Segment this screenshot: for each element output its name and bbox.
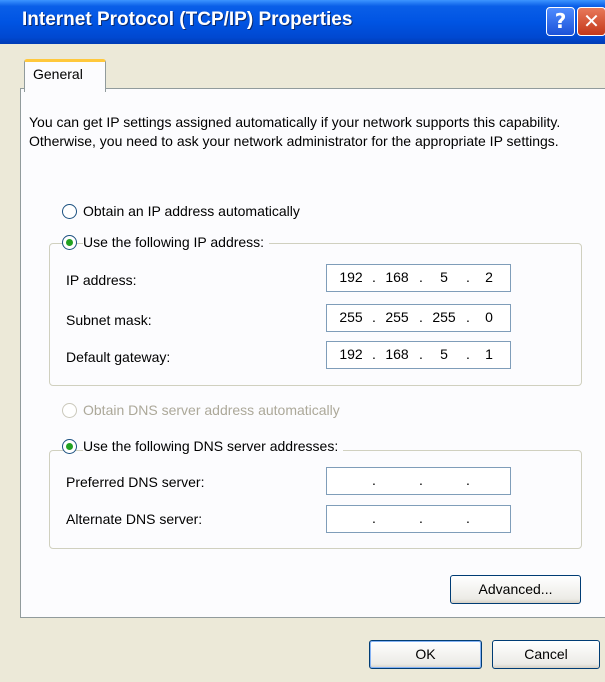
cancel-button[interactable]: Cancel — [492, 640, 600, 669]
ip-octet: 1 — [485, 346, 493, 362]
ip-octet: 2 — [485, 269, 493, 285]
alternate-dns-input[interactable]: . . . — [326, 505, 511, 533]
ip-octet: 0 — [485, 309, 493, 325]
ip-dot: . — [466, 269, 470, 285]
close-button[interactable]: ✕ — [577, 7, 605, 36]
intro-text: You can get IP settings assigned automat… — [29, 114, 561, 149]
radio-obtain-ip-auto-label: Obtain an IP address automatically — [83, 203, 305, 219]
ip-octet: 192 — [339, 346, 363, 362]
ip-octet: 5 — [440, 346, 448, 362]
ip-dot: . — [419, 510, 423, 526]
ip-dot: . — [372, 269, 376, 285]
advanced-button[interactable]: Advanced... — [450, 575, 581, 604]
radio-use-ip-label: Use the following IP address: — [83, 234, 270, 250]
window-title: Internet Protocol (TCP/IP) Properties — [22, 9, 353, 30]
ip-dot: . — [372, 510, 376, 526]
ip-octet: 168 — [385, 269, 409, 285]
close-icon: ✕ — [583, 9, 600, 33]
radio-button[interactable] — [62, 204, 77, 219]
ip-dot: . — [419, 472, 423, 488]
preferred-dns-label: Preferred DNS server: — [66, 474, 205, 490]
ip-dot: . — [419, 346, 423, 362]
ip-octet: 168 — [385, 346, 409, 362]
radio-obtain-dns-auto-label: Obtain DNS server address automatically — [83, 402, 345, 418]
ip-octet: 255 — [432, 309, 456, 325]
ip-octet: 192 — [339, 269, 363, 285]
default-gateway-label: Default gateway: — [66, 349, 171, 365]
radio-button[interactable] — [62, 439, 77, 454]
ip-dot: . — [372, 472, 376, 488]
radio-button[interactable] — [62, 403, 77, 418]
ip-dot: . — [466, 472, 470, 488]
subnet-mask-input[interactable]: 255 . 255 . 255 . 0 — [326, 304, 511, 332]
ip-dot: . — [419, 269, 423, 285]
ip-dot: . — [466, 510, 470, 526]
ip-address-input[interactable]: 192 . 168 . 5 . 2 — [326, 264, 511, 292]
title-bar[interactable]: Internet Protocol (TCP/IP) Properties ? … — [0, 0, 605, 44]
ip-octet: 255 — [385, 309, 409, 325]
ip-octet: 5 — [440, 269, 448, 285]
ip-dot: . — [419, 309, 423, 325]
ip-octet: 255 — [339, 309, 363, 325]
ip-address-label: IP address: — [66, 272, 137, 288]
help-icon: ? — [554, 9, 567, 33]
dialog-window: Internet Protocol (TCP/IP) Properties ? … — [0, 0, 605, 682]
ip-dot: . — [466, 346, 470, 362]
subnet-mask-label: Subnet mask: — [66, 312, 152, 328]
help-button[interactable]: ? — [546, 7, 575, 36]
tab-general-label: General — [33, 66, 83, 82]
ok-button[interactable]: OK — [369, 640, 482, 669]
tab-general[interactable]: General — [24, 59, 106, 92]
radio-use-dns-label: Use the following DNS server addresses: — [83, 438, 344, 454]
ip-dot: . — [372, 309, 376, 325]
ip-dot: . — [466, 309, 470, 325]
ip-dot: . — [372, 346, 376, 362]
radio-button[interactable] — [62, 235, 77, 250]
default-gateway-input[interactable]: 192 . 168 . 5 . 1 — [326, 341, 511, 369]
preferred-dns-input[interactable]: . . . — [326, 467, 511, 495]
dns-server-group — [49, 450, 582, 549]
alternate-dns-label: Alternate DNS server: — [66, 511, 203, 527]
